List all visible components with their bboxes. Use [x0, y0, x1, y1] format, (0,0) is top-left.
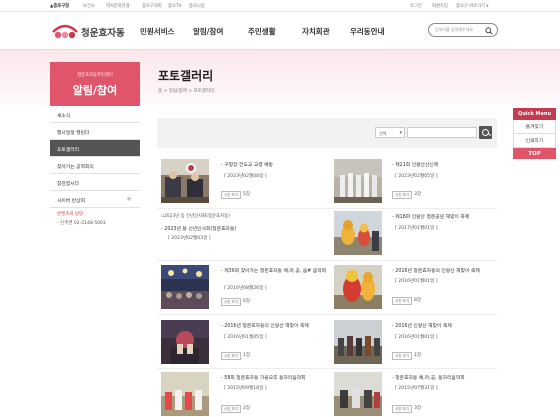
top-link-tour[interactable]: 역사문화관광: [106, 3, 130, 9]
gallery-thumb-10[interactable]: [334, 372, 382, 416]
gallery-thumb-9[interactable]: [161, 372, 209, 416]
gallery-title-4[interactable]: - 제18회 인왕산 청운공원 해맞이 축제: [392, 213, 469, 220]
breadcrumb-home-icon[interactable]: 홈: [158, 89, 162, 94]
lnb-title-box: 청운효자동주민센터 알림/참여: [50, 62, 140, 106]
sidebar-item-cyber-meeting[interactable]: 사이버 반상회 +: [50, 191, 140, 208]
view-photo-badge-9[interactable]: 사진 보기: [221, 405, 241, 413]
gallery-date-10: [ 2015년07월31일 ]: [395, 386, 438, 391]
gnb-notice[interactable]: 알림/참여: [193, 26, 223, 37]
gallery-title-2[interactable]: - 제21회 인왕산산신제: [392, 161, 438, 168]
view-photo-badge-1[interactable]: 사진 보기: [221, 191, 241, 199]
row-divider: [157, 208, 497, 209]
gallery-thumb-4[interactable]: [334, 211, 382, 255]
quick-bookmark[interactable]: 즐겨찾기: [513, 120, 556, 134]
search-filter-bar: 선택: [157, 118, 497, 148]
gallery-title-10[interactable]: - 청운효자동 예,마,공, 동자리음악회: [392, 374, 465, 381]
gallery-title-9[interactable]: - 58회 청운효자동 가을오후 동자리음악회: [221, 374, 306, 381]
breadcrumb-section[interactable]: 알림/참여: [169, 89, 187, 94]
login-link[interactable]: 로그인: [410, 3, 422, 9]
top-link-market[interactable]: 종로시장: [189, 3, 205, 9]
view-photo-badge-6[interactable]: 사진 보기: [392, 297, 412, 305]
gallery-thumb-2[interactable]: [334, 159, 382, 203]
sidebar-item-photo-gallery[interactable]: 포토갤러리: [50, 140, 140, 157]
gnb-about[interactable]: 우리동안내: [350, 26, 385, 37]
gnb-life[interactable]: 주민생활: [248, 26, 276, 37]
photo-count-1: 5장: [243, 192, 251, 197]
gallery-title-3[interactable]: - 2023년 동 신년인사회(청운효자동): [161, 225, 236, 232]
quick-menu-title: Quick Menu: [513, 108, 556, 120]
content-manager-info: 콘텐츠이 담당 - 신주연 02-2148-5003: [57, 211, 142, 226]
quick-top-button[interactable]: TOP: [513, 148, 556, 159]
row-divider: [157, 260, 497, 261]
view-photo-badge-8[interactable]: 사진 보기: [392, 352, 412, 360]
chevron-down-icon: ▾: [486, 4, 489, 9]
gnb-autonomy[interactable]: 자치회관: [302, 26, 330, 37]
gallery-date-2: [ 2023년02월05일 ]: [395, 174, 438, 179]
breadcrumb-current: 포토갤러리: [193, 89, 215, 94]
contact-label: 콘텐츠이 담당: [57, 212, 84, 217]
lnb-title: 알림/참여: [72, 84, 118, 97]
home-link[interactable]: ▲종로구청: [50, 3, 69, 9]
search-type-select[interactable]: 선택: [375, 127, 405, 138]
search-button[interactable]: [479, 126, 492, 139]
photo-count-8: 1장: [414, 353, 422, 358]
view-photo-badge-2[interactable]: 사진 보기: [392, 191, 412, 199]
gallery-date-5: [ 2016년08월26일 ]: [224, 286, 267, 291]
top-utility-bar: ▲종로구청 보건소 역사문화관광 종로구의회 종로TV 종로시장 로그인 회원가…: [0, 0, 560, 12]
sidebar-item-praise[interactable]: 칭찬합시다: [50, 174, 140, 191]
photo-count-10: 3장: [414, 406, 422, 411]
gallery-date-3: [ 2023년02월03일 ]: [168, 236, 211, 241]
sidebar-item-calendar[interactable]: 행사일정 캘린더: [50, 123, 140, 140]
gnb-civil[interactable]: 민원서비스: [140, 26, 175, 37]
gallery-date-7: [ 2016년01월05일 ]: [224, 335, 267, 340]
photo-count-7: 1장: [243, 353, 251, 358]
photo-count-9: 2장: [243, 406, 251, 411]
site-title[interactable]: 청운효자동: [81, 25, 125, 39]
quick-menu: Quick Menu 즐겨찾기 인쇄하기 TOP: [513, 108, 556, 159]
top-link-health[interactable]: 보건소: [83, 3, 95, 9]
contact-number: - 신주연 02-2148-5003: [57, 221, 106, 226]
gallery-thumb-3-broken[interactable]: ▫2023년 동 신년인사회(청운효자동): [161, 213, 230, 219]
gallery-title-8[interactable]: - 2016년 인왕산 해맞이 축제: [392, 322, 452, 329]
view-photo-badge-10[interactable]: 사진 보기: [392, 405, 412, 413]
view-photo-badge-7[interactable]: 사진 보기: [221, 352, 241, 360]
gallery-thumb-8[interactable]: [334, 320, 382, 364]
district-shortcut[interactable]: 종로구 바로가기 ▾: [456, 3, 489, 9]
row-divider: [157, 368, 497, 369]
gallery-date-4: [ 2017년01월01일 ]: [395, 226, 438, 231]
photo-count-6: 8장: [414, 298, 422, 303]
search-input[interactable]: 검색어를 입력해주세요: [428, 23, 498, 37]
gallery-thumb-1[interactable]: [161, 159, 209, 203]
gallery-title-6[interactable]: - 2016년 청운효자동의 인왕산 해맞이 축제: [392, 267, 480, 274]
plus-icon: +: [126, 195, 132, 203]
gallery-thumb-7[interactable]: [161, 320, 209, 364]
breadcrumb: 홈 > 알림/참여 > 포토갤러리: [158, 89, 215, 94]
gallery-date-8: [ 2016년01월01일 ]: [395, 335, 438, 340]
gallery-thumb-6[interactable]: [334, 265, 382, 309]
lnb-subtitle: 청운효자동주민센터: [77, 73, 113, 78]
gallery-date-1: [ 2023년02월08일 ]: [224, 174, 267, 179]
search-icon[interactable]: [485, 26, 493, 35]
page-title: 포토갤러리: [158, 69, 214, 83]
gallery-thumb-5[interactable]: [161, 265, 209, 309]
gallery-title-7[interactable]: - 2016년 청운효자동의 인왕산 해맞이 축제: [221, 322, 309, 329]
view-photo-badge-5[interactable]: 사진 보기: [221, 298, 241, 306]
quick-print[interactable]: 인쇄하기: [513, 134, 556, 148]
logo-icon[interactable]: [50, 20, 80, 42]
gallery-search-input[interactable]: [407, 127, 477, 138]
gallery-title-1[interactable]: - 구청장 전도교 교령 예방: [221, 161, 273, 168]
top-link-council[interactable]: 종로구의회: [142, 3, 162, 9]
photo-count-5: 6장: [243, 299, 251, 304]
sidebar-item-meeting[interactable]: 찾아가는 공력회의: [50, 157, 140, 174]
sidebar-item-news[interactable]: 새소식: [50, 106, 140, 123]
photo-count-2: 3장: [414, 192, 422, 197]
sidebar-menu: 새소식 행사일정 캘린더 포토갤러리 찾아가는 공력회의 칭찬합시다 사이버 반…: [50, 106, 140, 208]
gallery-title-5[interactable]: - 제36회 찾아가는 청운효자동 예,마,공, 음# 음악회: [221, 267, 326, 274]
top-link-tv[interactable]: 종로TV: [168, 3, 181, 9]
join-link[interactable]: 회원가입: [432, 3, 448, 9]
header: 청운효자동 민원서비스 알림/참여 주민생활 자치회관 우리동안내 검색어를 입…: [0, 12, 560, 50]
row-divider: [157, 314, 497, 315]
gallery-date-9: [ 2015년09월18일 ]: [224, 386, 267, 391]
gallery-date-6: [ 2016년01월01일 ]: [395, 279, 438, 284]
